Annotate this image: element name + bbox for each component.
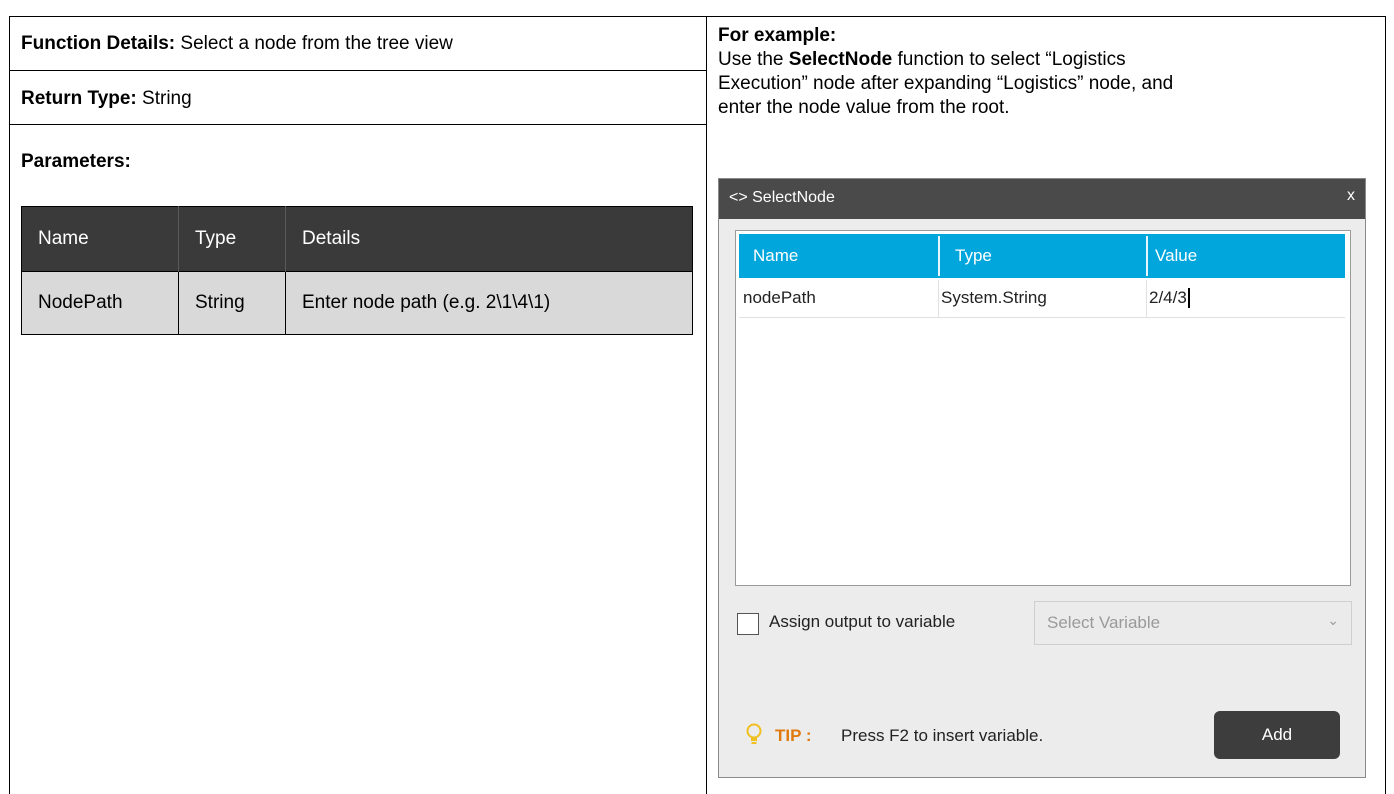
return-type-label: Return Type: (21, 88, 137, 109)
grid-header: Name Type Value (739, 234, 1345, 278)
example-line-1-pre: Use the (718, 49, 789, 70)
parameters-table-header: Name Type Details (21, 206, 693, 272)
assign-output-checkbox[interactable] (737, 613, 759, 635)
tip-text: Press F2 to insert variable. (841, 726, 1044, 745)
table-right-border (1385, 16, 1386, 794)
lightbulb-icon (745, 723, 763, 753)
example-label: For example: (718, 25, 837, 46)
dialog-title: <> SelectNode (729, 189, 835, 206)
function-details: Function Details: Select a node from the… (21, 33, 453, 55)
parameters-table: Name Type Details NodePath String Enter … (21, 206, 693, 335)
dialog-title-bar: <> SelectNode x (719, 179, 1365, 219)
chevron-down-icon: ⌄ (1327, 612, 1339, 628)
table-top-border (9, 16, 1386, 17)
cell-details: Enter node path (e.g. 2\1\4\1) (285, 271, 693, 335)
table-mid-border (706, 16, 707, 794)
table-left-border (9, 16, 10, 794)
cell-type: String (178, 271, 286, 335)
col-header-type: Type (178, 206, 286, 272)
grid-cell-type: System.String (941, 288, 1047, 307)
return-type: Return Type: String (21, 88, 192, 110)
grid-header-name: Name (753, 246, 799, 265)
cell-name: NodePath (21, 271, 179, 335)
example-text: For example: Use the SelectNode function… (718, 24, 1378, 120)
return-type-value: String (136, 88, 192, 109)
example-line-2: Execution” node after expanding “Logisti… (718, 73, 1174, 94)
tip-label: TIP : (775, 726, 812, 745)
add-button[interactable]: Add (1214, 711, 1340, 759)
grid-cell-value-input[interactable]: 2/4/3 (1149, 288, 1190, 308)
example-line-1-post: function to select “Logistics (892, 49, 1126, 70)
function-name: SelectNode (788, 49, 893, 70)
example-line-3: enter the node value from the root. (718, 97, 1010, 118)
assign-output-label: Assign output to variable (769, 612, 956, 631)
grid-row-separator (938, 280, 939, 317)
select-variable-dropdown[interactable]: Select Variable ⌄ (1034, 601, 1352, 645)
parameter-grid: Name Type Value nodePath System.String 2… (735, 230, 1351, 586)
table-row: NodePath String Enter node path (e.g. 2\… (21, 271, 693, 335)
parameters-label: Parameters: (21, 151, 131, 172)
grid-header-type: Type (955, 246, 992, 265)
close-icon[interactable]: x (1347, 187, 1355, 205)
row-divider-1 (9, 70, 706, 71)
row-divider-2 (9, 124, 706, 125)
grid-header-separator (938, 236, 940, 276)
selectnode-dialog: <> SelectNode x Name Type Value nodePath… (718, 178, 1366, 778)
function-details-value: Select a node from the tree view (175, 33, 453, 54)
example-line-1: Use the SelectNode function to select “L… (718, 48, 1378, 72)
grid-row-separator (1146, 280, 1147, 317)
function-details-label: Function Details: (21, 33, 176, 54)
add-button-label: Add (1261, 725, 1293, 744)
grid-row[interactable]: nodePath System.String 2/4/3 (739, 280, 1345, 318)
col-header-name: Name (21, 206, 179, 272)
col-header-details: Details (285, 206, 693, 272)
grid-header-separator (1146, 236, 1148, 276)
select-variable-placeholder: Select Variable (1047, 613, 1161, 632)
grid-cell-name: nodePath (743, 288, 816, 307)
grid-header-value: Value (1155, 246, 1198, 265)
